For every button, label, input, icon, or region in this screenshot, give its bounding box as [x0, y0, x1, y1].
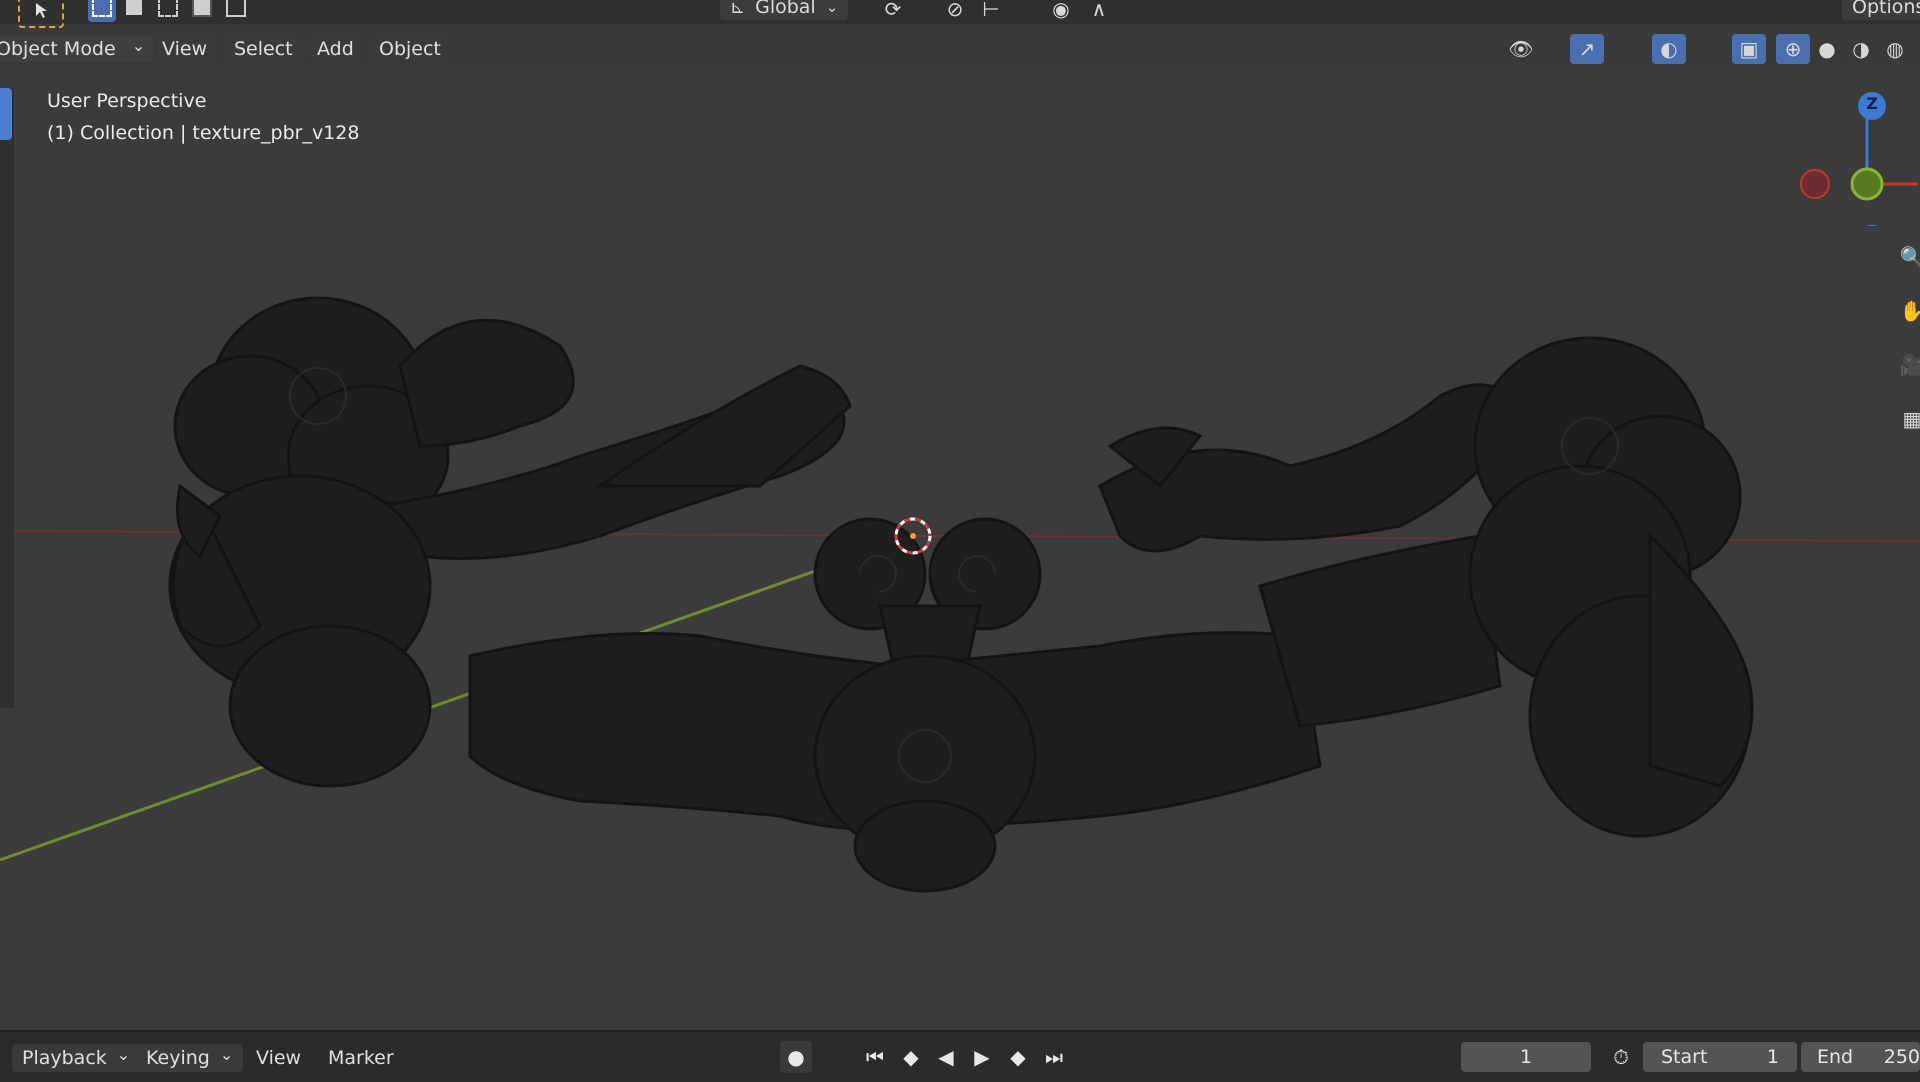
stopwatch-icon[interactable]: ⏱ — [1605, 1041, 1637, 1073]
select-box-subtract-icon[interactable] — [154, 0, 182, 22]
jump-end-icon[interactable]: ⏭ — [1038, 1041, 1070, 1073]
record-icon[interactable]: ● — [780, 1041, 812, 1073]
material-shading-icon[interactable]: ◑ — [1844, 34, 1878, 64]
start-value: 1 — [1766, 1046, 1779, 1068]
current-frame-field[interactable]: 1 — [1461, 1042, 1591, 1072]
orientation-axes-icon: ⊾ — [730, 0, 746, 18]
play-reverse-icon[interactable]: ◀ — [930, 1041, 962, 1073]
3d-viewport[interactable]: User Perspective (1) Collection | textur… — [0, 66, 1920, 1030]
transform-orientation-label: Global — [755, 0, 816, 18]
prev-keyframe-icon[interactable]: ◆ — [895, 1041, 927, 1073]
xray-toggle-icon[interactable]: ▣ — [1732, 34, 1766, 64]
active-tool-indicator[interactable] — [0, 88, 12, 140]
start-frame-field[interactable]: Start 1 — [1643, 1042, 1797, 1072]
navigation-gizmo[interactable]: Z — [1790, 86, 1920, 226]
collection-info: (1) Collection | texture_pbr_v128 — [47, 122, 360, 144]
top-toolbar: ⊾ Global ⌄ ⟳ ⊘ ⊢ ◉ ∧ Options — [0, 0, 1920, 28]
viewport-scene — [0, 296, 1920, 893]
snap-target-icon[interactable]: ⊢ — [974, 0, 1008, 24]
pivot-point-icon[interactable]: ⟳ — [876, 0, 910, 24]
perspective-toggle-icon[interactable]: ▦ — [1895, 404, 1920, 434]
transform-orientation-dropdown[interactable]: ⊾ Global ⌄ — [720, 0, 849, 20]
menu-add[interactable]: Add — [309, 36, 362, 62]
timeline-view-menu[interactable]: View — [246, 1044, 311, 1072]
tool-strip — [0, 88, 14, 708]
next-keyframe-icon[interactable]: ◆ — [1002, 1041, 1034, 1073]
end-label: End — [1817, 1046, 1854, 1068]
select-box-extend-icon[interactable] — [120, 0, 148, 22]
zoom-icon[interactable]: 🔍 — [1895, 242, 1920, 272]
chevron-down-icon: ⌄ — [825, 0, 839, 16]
rendered-shading-icon[interactable]: ◍ — [1878, 34, 1912, 64]
select-box-intersect-icon[interactable] — [222, 0, 250, 22]
jump-start-icon[interactable]: ⏮ — [859, 1041, 891, 1073]
gizmo-neg-x — [1800, 169, 1830, 199]
pan-hand-icon[interactable]: ✋ — [1895, 296, 1920, 326]
visibility-icon[interactable]: 👁 — [1504, 34, 1538, 64]
proportional-edit-icon[interactable]: ◉ — [1044, 0, 1078, 24]
wireframe-shading-icon[interactable]: ⊕ — [1776, 34, 1810, 64]
menu-select[interactable]: Select — [226, 36, 301, 62]
playback-dropdown[interactable]: Playback — [12, 1044, 141, 1072]
timeline-bar: Playback Keying View Marker ● ⏮ ◆ ◀ ▶ ◆ … — [0, 1030, 1920, 1082]
options-button[interactable]: Options — [1842, 0, 1920, 20]
view-name: User Perspective — [47, 90, 207, 112]
menu-select-label: Select — [234, 38, 293, 60]
select-tool-icon[interactable] — [18, 0, 64, 28]
play-icon[interactable]: ▶ — [966, 1041, 998, 1073]
start-label: Start — [1661, 1046, 1708, 1068]
keying-dropdown[interactable]: Keying — [136, 1044, 244, 1072]
menu-add-label: Add — [317, 38, 354, 60]
options-label: Options — [1852, 0, 1920, 18]
gizmo-z-label: Z — [1866, 94, 1878, 113]
snap-icon[interactable]: ⊘ — [938, 0, 972, 24]
mode-dropdown[interactable]: Object Mode — [0, 36, 154, 62]
menu-object[interactable]: Object — [371, 36, 449, 62]
end-value: 250 — [1883, 1046, 1920, 1068]
keying-label: Keying — [146, 1047, 210, 1069]
select-box-invert-icon[interactable] — [188, 0, 216, 22]
gizmo-toggle-icon[interactable]: ↗ — [1570, 34, 1604, 64]
menu-view[interactable]: View — [154, 36, 216, 62]
playback-label: Playback — [22, 1047, 107, 1069]
gizmo-y — [1850, 167, 1884, 201]
ornament-object — [168, 296, 1754, 893]
camera-view-icon[interactable]: 🎥 — [1895, 350, 1920, 380]
end-frame-field[interactable]: End 250 — [1801, 1042, 1920, 1072]
solid-shading-icon[interactable]: ● — [1810, 34, 1844, 64]
mode-label: Object Mode — [0, 38, 116, 60]
timeline-marker-label: Marker — [328, 1047, 394, 1069]
menu-object-label: Object — [379, 38, 441, 60]
timeline-view-label: View — [256, 1047, 302, 1069]
falloff-icon[interactable]: ∧ — [1082, 0, 1116, 24]
timeline-marker-menu[interactable]: Marker — [318, 1044, 404, 1072]
current-frame-value: 1 — [1519, 1046, 1533, 1068]
overlays-toggle-icon[interactable]: ◐ — [1652, 34, 1686, 64]
viewport-header: Object Mode View Select Add Object 👁 ↗ ◐… — [0, 32, 1920, 66]
menu-view-label: View — [162, 38, 208, 60]
select-box-new-icon[interactable] — [88, 0, 116, 22]
